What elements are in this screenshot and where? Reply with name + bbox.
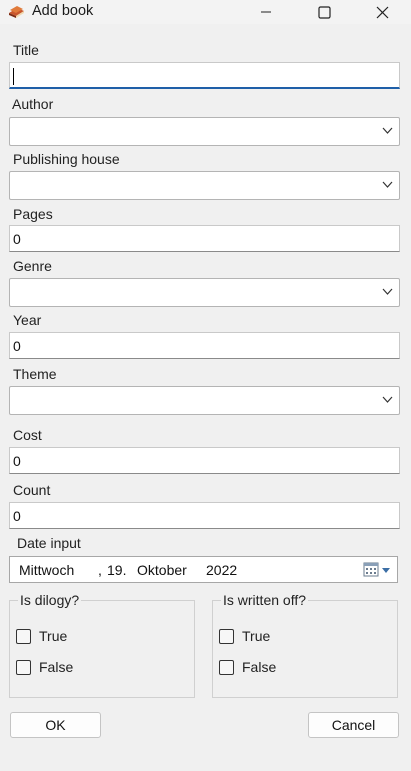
title-input[interactable] (9, 62, 400, 89)
written-off-false-checkbox[interactable] (219, 659, 234, 675)
title-bar: Add book (0, 0, 411, 24)
dilogy-false-option[interactable]: False (16, 659, 73, 675)
written-off-group-label: Is written off? (221, 592, 309, 608)
written-off-true-checkbox[interactable] (219, 628, 234, 644)
pages-input[interactable]: 0 (9, 225, 400, 252)
written-off-true-option[interactable]: True (219, 628, 270, 644)
calendar-icon[interactable] (363, 561, 393, 579)
date-month[interactable]: Oktober (137, 562, 187, 578)
year-label: Year (13, 312, 42, 328)
cancel-button[interactable]: Cancel (308, 712, 399, 738)
publishing-house-combobox[interactable] (9, 171, 400, 200)
date-picker[interactable]: Mittwoch , 19. Oktober 2022 (9, 556, 398, 583)
author-label: Author (12, 96, 54, 112)
ok-button[interactable]: OK (10, 712, 101, 738)
dilogy-true-checkbox[interactable] (16, 628, 31, 644)
cost-input[interactable]: 0 (9, 447, 400, 474)
chevron-down-icon (382, 288, 393, 295)
chevron-down-icon (382, 181, 393, 188)
theme-label: Theme (13, 366, 57, 382)
theme-combobox[interactable] (9, 386, 400, 415)
cost-value: 0 (13, 453, 21, 469)
count-input[interactable]: 0 (9, 502, 400, 529)
cost-label: Cost (13, 427, 42, 443)
date-input-label: Date input (17, 535, 81, 551)
window-title: Add book (32, 3, 94, 19)
maximize-button[interactable] (301, 0, 347, 24)
genre-label: Genre (13, 258, 52, 274)
author-combobox[interactable] (9, 117, 400, 146)
minimize-icon (261, 11, 271, 13)
maximize-icon (317, 5, 331, 19)
count-label: Count (13, 482, 51, 498)
dilogy-groupbox: Is dilogy? True False (9, 592, 195, 698)
close-button[interactable] (359, 0, 405, 24)
date-year[interactable]: 2022 (206, 562, 237, 578)
pages-label: Pages (13, 206, 53, 222)
chevron-down-icon (382, 396, 393, 403)
close-icon (376, 6, 388, 18)
year-input[interactable]: 0 (9, 332, 400, 359)
written-off-true-label: True (242, 628, 271, 644)
pages-value: 0 (13, 231, 21, 247)
text-caret (13, 68, 14, 85)
title-label: Title (13, 42, 39, 58)
dilogy-false-checkbox[interactable] (16, 659, 31, 675)
count-value: 0 (13, 508, 21, 524)
genre-combobox[interactable] (9, 278, 400, 307)
written-off-false-option[interactable]: False (219, 659, 276, 675)
date-weekday[interactable]: Mittwoch (19, 562, 74, 578)
publishing-house-label: Publishing house (13, 151, 120, 167)
written-off-groupbox: Is written off? True False (212, 592, 398, 698)
written-off-false-label: False (242, 659, 277, 675)
dilogy-false-label: False (39, 659, 74, 675)
dilogy-true-label: True (39, 628, 68, 644)
minimize-button[interactable] (243, 0, 289, 24)
year-value: 0 (13, 338, 21, 354)
date-day[interactable]: 19. (107, 562, 126, 578)
dilogy-group-label: Is dilogy? (18, 592, 82, 608)
chevron-down-icon (382, 127, 393, 134)
book-icon (9, 6, 24, 18)
dilogy-true-option[interactable]: True (16, 628, 67, 644)
date-separator: , (98, 562, 102, 578)
